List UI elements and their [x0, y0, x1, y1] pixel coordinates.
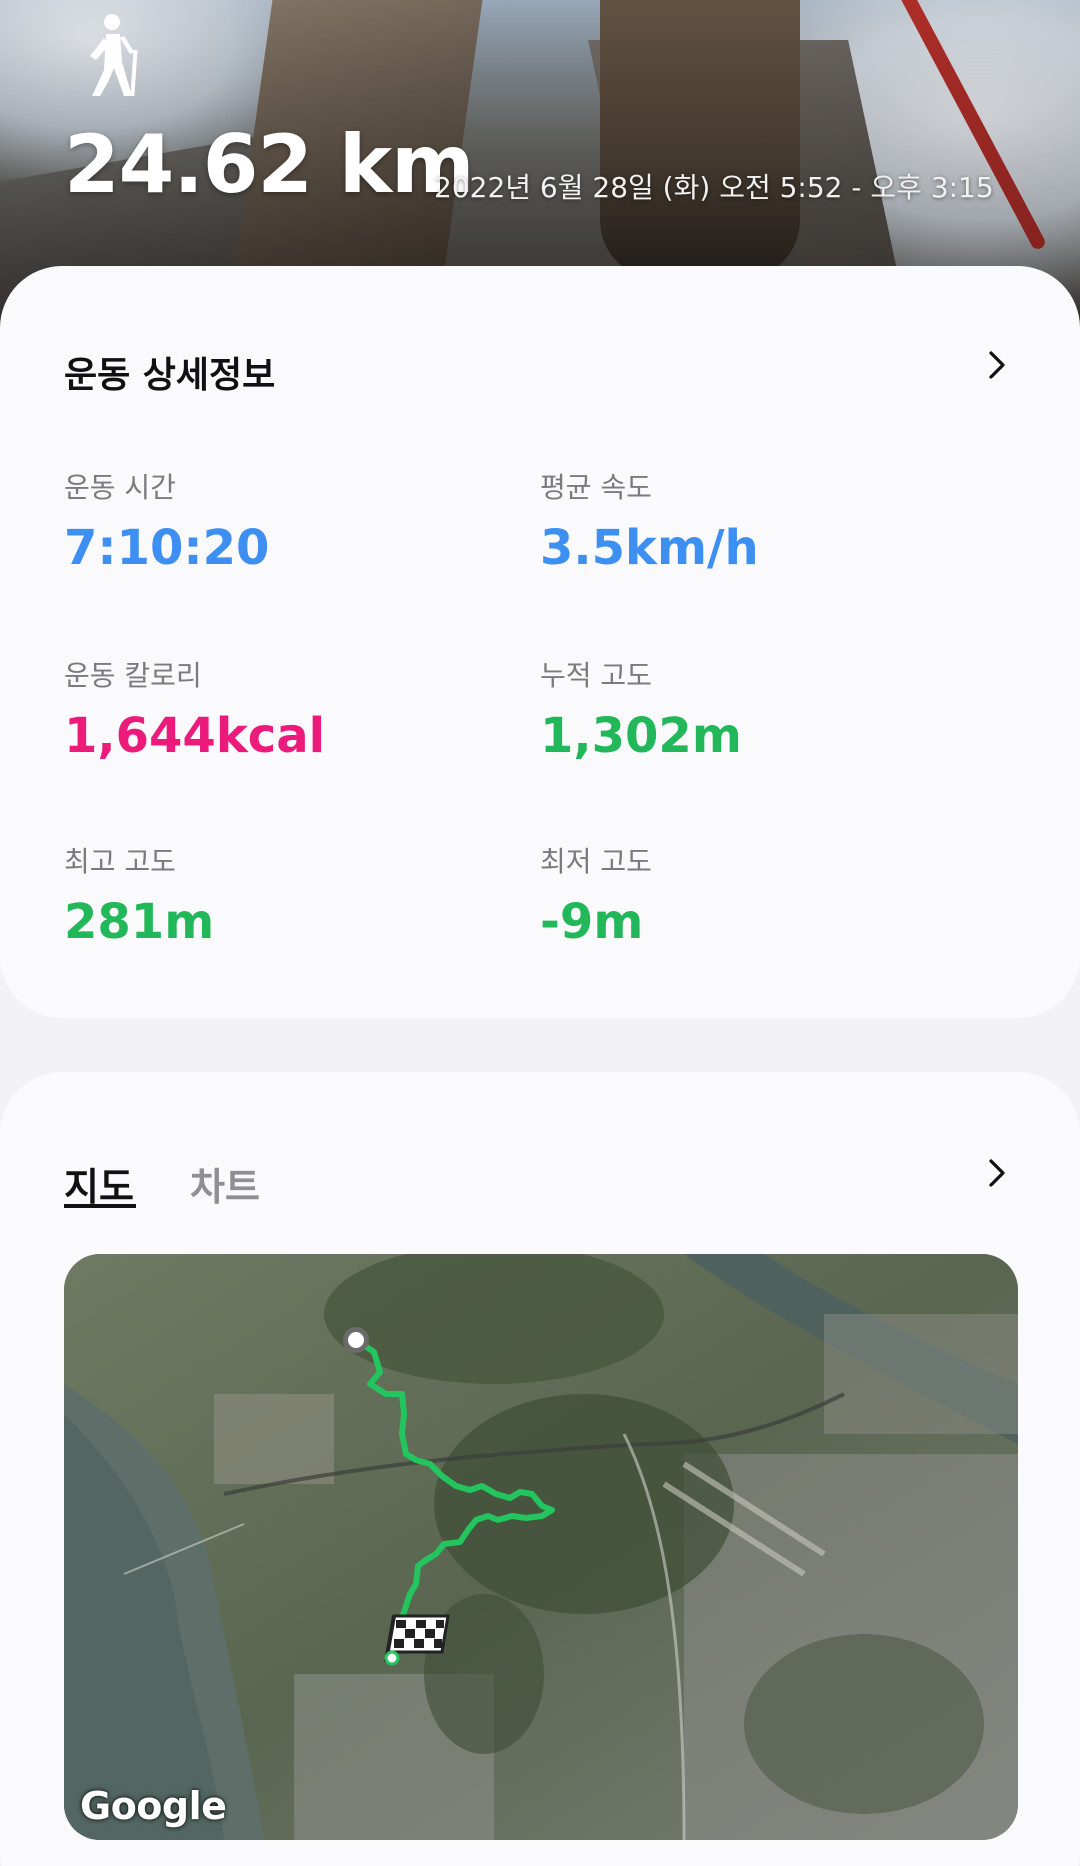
stat-exercise-time: 운동 시간 7:10:20 [64, 466, 484, 576]
stat-max-altitude: 최고 고도 281m [64, 840, 484, 950]
chevron-right-icon[interactable] [982, 350, 1012, 380]
session-datetime: 2022년 6월 28일 (화) 오전 5:52 - 오후 3:15 [434, 171, 994, 204]
stat-label: 누적 고도 [540, 659, 652, 692]
chevron-right-icon[interactable] [982, 1158, 1012, 1188]
stat-value: 281m [64, 894, 215, 950]
start-dot-icon [343, 1327, 369, 1353]
details-title: 운동 상세정보 [64, 355, 276, 396]
workout-details-card: 운동 상세정보 운동 시간 7:10:20 평균 속도 3.5km/h 운동 칼… [0, 266, 1080, 1018]
stat-label: 최저 고도 [540, 845, 652, 878]
route-map[interactable]: Google [64, 1254, 1018, 1840]
stat-value: -9m [540, 894, 644, 950]
stat-value: 1,302m [540, 708, 742, 764]
stat-value: 1,644kcal [64, 708, 326, 764]
satellite-map-graphic [64, 1254, 1018, 1840]
stat-min-altitude: 최저 고도 -9m [540, 840, 960, 950]
total-distance: 24.62 km [64, 118, 474, 211]
stat-label: 운동 칼로리 [64, 659, 202, 692]
stat-cumulative-elevation: 누적 고도 1,302m [540, 654, 960, 764]
stat-label: 평균 속도 [540, 471, 652, 504]
tab-chart[interactable]: 차트 [190, 1156, 260, 1211]
active-tab-indicator [64, 1204, 136, 1208]
tab-map[interactable]: 지도 [64, 1156, 134, 1211]
hiking-person-icon [90, 14, 138, 97]
map-chart-card: 지도 차트 Google [0, 1072, 1080, 1866]
stat-label: 최고 고도 [64, 845, 176, 878]
stat-value: 3.5km/h [540, 520, 759, 576]
google-logo: Google [80, 1784, 227, 1828]
stat-label: 운동 시간 [64, 471, 176, 504]
stat-calories: 운동 칼로리 1,644kcal [64, 654, 484, 764]
workout-detail-screen: 24.62 km 2022년 6월 28일 (화) 오전 5:52 - 오후 3… [0, 0, 1080, 1866]
stat-value: 7:10:20 [64, 520, 270, 576]
stat-average-speed: 평균 속도 3.5km/h [540, 466, 960, 576]
